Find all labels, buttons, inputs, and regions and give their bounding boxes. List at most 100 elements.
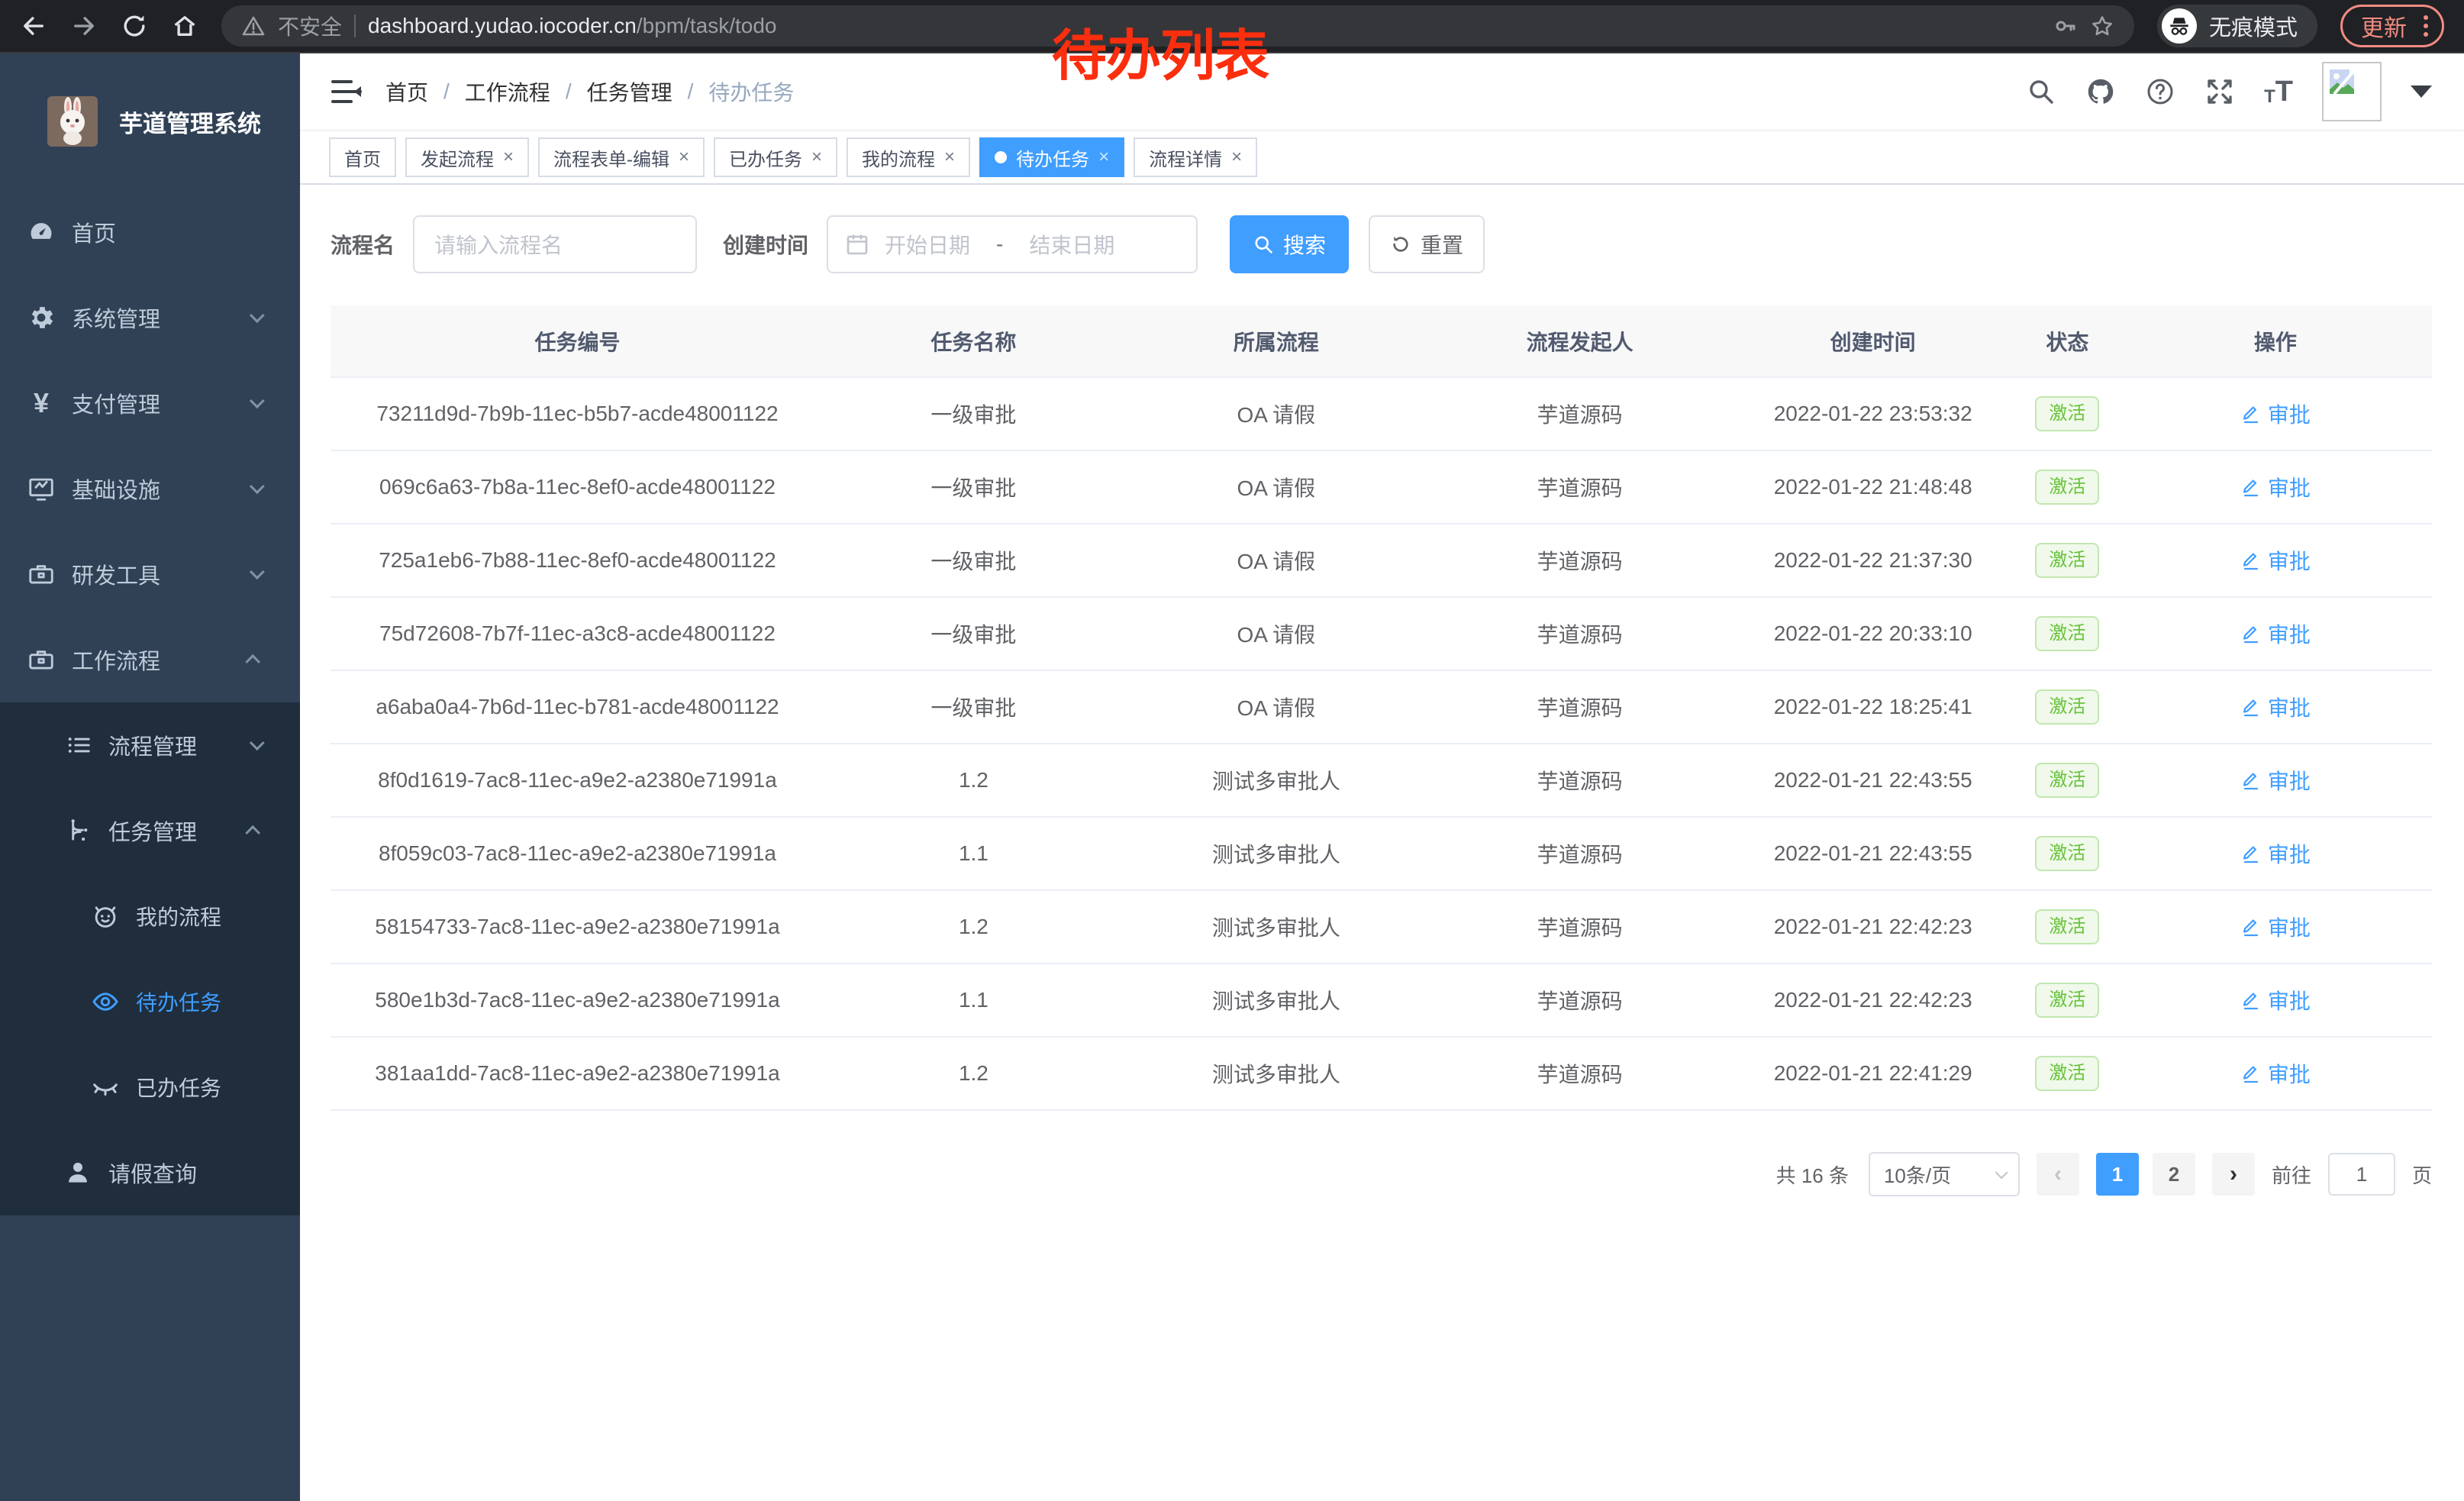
browser-reload-icon[interactable] (121, 12, 148, 40)
tab-1[interactable]: 发起流程 × (405, 137, 529, 177)
sidebar-item-1[interactable]: 系统管理 (0, 275, 300, 360)
cell-创建时间: 2022-01-22 23:53:32 (1730, 402, 2015, 426)
approve-link[interactable]: 审批 (2240, 1058, 2311, 1089)
cell-任务名称: 一级审批 (824, 618, 1123, 649)
search-icon[interactable] (2026, 76, 2056, 107)
status-badge: 激活 (2035, 1056, 2099, 1091)
sidebar-item-6[interactable]: 流程管理 (0, 702, 300, 788)
tab-4[interactable]: 我的流程× (847, 137, 970, 177)
tab-close-icon[interactable]: × (944, 148, 955, 166)
search-button[interactable]: 搜索 (1230, 215, 1349, 273)
end-date-placeholder[interactable]: 结束日期 (1029, 229, 1114, 260)
cell-任务名称: 一级审批 (824, 545, 1123, 576)
sidebar-item-3[interactable]: 基础设施 (0, 446, 300, 531)
github-icon[interactable] (2085, 76, 2116, 107)
tab-close-icon[interactable]: × (811, 148, 822, 166)
url-bar[interactable]: 不安全 dashboard.yudao.iocoder.cn/bpm/task/… (221, 5, 2134, 47)
chevron-up-icon (245, 654, 260, 670)
browser-forward-icon[interactable] (70, 12, 98, 40)
browser-back-icon[interactable] (20, 12, 47, 40)
breadcrumb-separator: / (443, 79, 450, 104)
tab-close-icon[interactable]: × (1231, 148, 1242, 166)
tab-6[interactable]: 流程详情× (1134, 137, 1257, 177)
approve-link[interactable]: 审批 (2240, 399, 2311, 429)
page-button-1[interactable]: 1 (2096, 1153, 2139, 1196)
tab-label: 流程表单-编辑 (553, 144, 669, 171)
goto-page-input[interactable]: 1 (2328, 1153, 2395, 1196)
bookmark-star-icon[interactable] (2090, 14, 2114, 38)
next-page-button[interactable]: › (2212, 1153, 2255, 1196)
status-badge: 激活 (2035, 616, 2099, 651)
fullscreen-icon[interactable] (2204, 76, 2235, 107)
url-text[interactable]: dashboard.yudao.iocoder.cn/bpm/task/todo (368, 14, 776, 38)
process-name-input[interactable]: 请输入流程名 (413, 215, 697, 273)
status-badge: 激活 (2035, 763, 2099, 798)
sidebar-item-5[interactable]: 工作流程 (0, 617, 300, 702)
sidebar-item-4[interactable]: 研发工具 (0, 531, 300, 617)
breadcrumb-item-0[interactable]: 首页 (385, 76, 428, 107)
breadcrumb-item-1[interactable]: 工作流程 (465, 76, 550, 107)
sidebar-item-label: 待办任务 (136, 986, 221, 1017)
approve-link[interactable]: 审批 (2240, 545, 2311, 576)
sidebar-logo-row[interactable]: 芋道管理系统 (0, 53, 300, 189)
sidebar-item-7[interactable]: 任务管理 (0, 788, 300, 873)
help-icon[interactable] (2145, 76, 2175, 107)
tab-3[interactable]: 已办任务× (714, 137, 837, 177)
approve-link[interactable]: 审批 (2240, 692, 2311, 722)
browser-menu-icon[interactable] (2424, 15, 2428, 37)
prev-page-button[interactable]: ‹ (2037, 1153, 2079, 1196)
approve-link[interactable]: 审批 (2240, 765, 2311, 796)
tab-5[interactable]: 待办任务× (979, 137, 1124, 177)
browser-update-button[interactable]: 更新 (2340, 5, 2444, 47)
cell-任务名称: 一级审批 (824, 399, 1123, 429)
app-logo (47, 96, 98, 147)
reset-button[interactable]: 重置 (1369, 215, 1485, 273)
tab-close-icon[interactable]: × (679, 148, 689, 166)
key-icon[interactable] (2053, 14, 2078, 38)
sidebar-item-8[interactable]: 我的流程 (0, 873, 300, 959)
status-badge: 激活 (2035, 543, 2099, 578)
tab-0[interactable]: 首页 (329, 137, 396, 177)
sidebar-item-11[interactable]: 请假查询 (0, 1130, 300, 1215)
edit-pencil-icon (2240, 696, 2262, 718)
avatar[interactable] (2322, 62, 2382, 121)
sidebar-item-label: 已办任务 (136, 1072, 221, 1102)
navbar-tools: TT (2026, 62, 2432, 121)
table-body: 73211d9d-7b9b-11ec-b5b7-acde48001122一级审批… (331, 378, 2432, 1111)
security-label[interactable]: 不安全 (278, 11, 342, 41)
cell-任务编号: 8f059c03-7ac8-11ec-a9e2-a2380e71991a (331, 841, 824, 866)
date-range-separator: - (985, 232, 1014, 257)
cell-任务编号: 580e1b3d-7ac8-11ec-a9e2-a2380e71991a (331, 988, 824, 1012)
tab-label: 发起流程 (421, 144, 494, 171)
cell-任务编号: 8f0d1619-7ac8-11ec-a9e2-a2380e71991a (331, 768, 824, 792)
tab-close-icon[interactable]: × (1098, 148, 1109, 166)
sidebar-collapse-icon[interactable] (331, 78, 363, 105)
date-range-picker[interactable]: 开始日期 - 结束日期 (827, 215, 1198, 273)
approve-link[interactable]: 审批 (2240, 618, 2311, 649)
tabs-bar: 首页发起流程×流程表单-编辑×已办任务×我的流程×待办任务×流程详情× (300, 130, 2464, 185)
approve-link[interactable]: 审批 (2240, 472, 2311, 502)
cell-所属流程: OA 请假 (1123, 399, 1430, 429)
avatar-caret-icon[interactable] (2411, 86, 2432, 98)
sidebar-item-0[interactable]: 首页 (0, 189, 300, 275)
page-size-select[interactable]: 10条/页 (1869, 1152, 2020, 1196)
column-header-5: 状态 (2016, 326, 2119, 357)
status-badge: 激活 (2035, 909, 2099, 944)
browser-home-icon[interactable] (171, 12, 198, 40)
table-row: 58154733-7ac8-11ec-a9e2-a2380e71991a1.2测… (331, 891, 2432, 964)
approve-link[interactable]: 审批 (2240, 912, 2311, 942)
sidebar-item-2[interactable]: ¥支付管理 (0, 360, 300, 446)
breadcrumb-item-2[interactable]: 任务管理 (587, 76, 672, 107)
approve-link[interactable]: 审批 (2240, 838, 2311, 869)
tab-2[interactable]: 流程表单-编辑 × (538, 137, 705, 177)
sidebar-item-9[interactable]: 待办任务 (0, 959, 300, 1044)
tab-close-icon[interactable]: × (503, 148, 514, 166)
font-size-icon[interactable]: TT (2264, 77, 2293, 106)
approve-link[interactable]: 审批 (2240, 985, 2311, 1015)
dashboard-icon (24, 215, 58, 249)
update-label[interactable]: 更新 (2361, 9, 2407, 43)
sidebar-item-10[interactable]: 已办任务 (0, 1044, 300, 1130)
page-button-2[interactable]: 2 (2153, 1153, 2195, 1196)
browser-chrome: 不安全 dashboard.yudao.iocoder.cn/bpm/task/… (0, 0, 2464, 53)
start-date-placeholder[interactable]: 开始日期 (885, 229, 970, 260)
